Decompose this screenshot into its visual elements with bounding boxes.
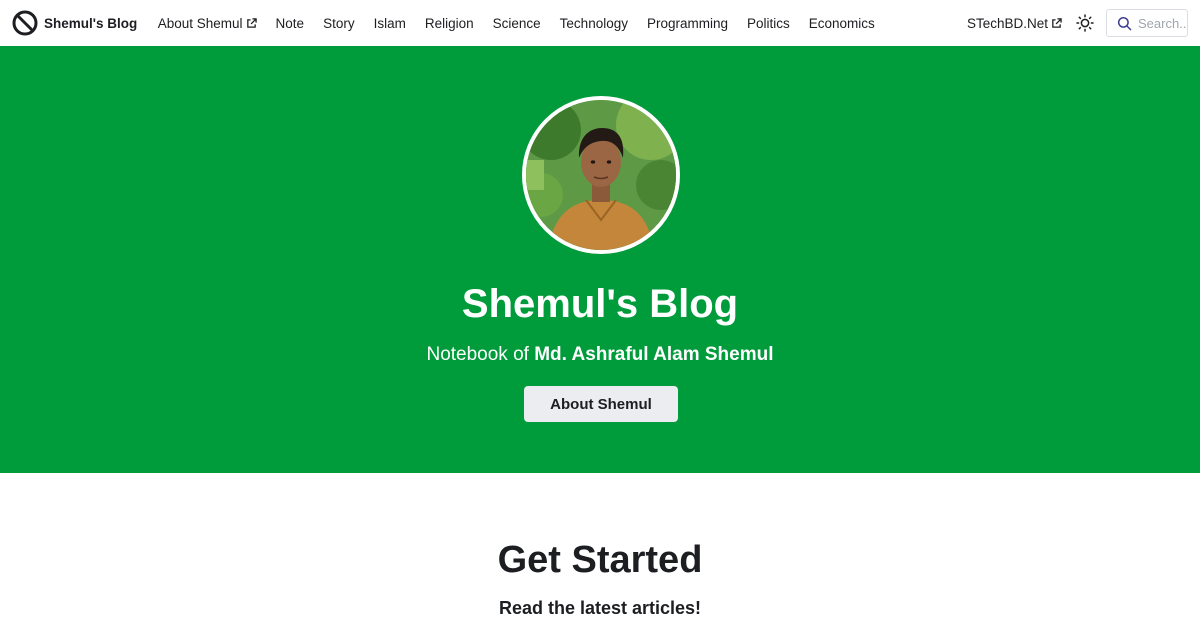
nav-item-label: About Shemul [157,15,243,31]
nav-item-about-shemul[interactable]: About Shemul [148,16,266,31]
search-icon [1117,16,1132,30]
hero-subtitle-name: Md. Ashraful Alam Shemul [534,344,774,365]
nav-item-islam[interactable]: Islam [364,16,415,31]
nav-item-label: STechBD.Net [966,15,1048,31]
brand-link[interactable]: Shemul's Blog [12,10,137,36]
nav-item-technology[interactable]: Technology [550,16,637,31]
search-input[interactable] [1138,15,1186,31]
sun-icon [1076,14,1094,32]
about-shemul-button[interactable]: About Shemul [524,386,678,422]
brand-title: Shemul's Blog [44,15,138,31]
theme-toggle-button[interactable] [1074,12,1096,34]
avatar [522,96,680,254]
hero-subtitle-prefix: Notebook of [426,344,535,365]
search-box[interactable] [1106,9,1188,37]
section-subheading: Read the latest articles! [498,598,702,618]
nav-item-note[interactable]: Note [266,16,314,31]
nav-item-economics[interactable]: Economics [799,16,884,31]
hero-banner: Shemul's Blog Notebook of Md. Ashraful A… [0,46,1200,473]
nav-item-science[interactable]: Science [483,16,550,31]
hero-title: Shemul's Blog [461,282,739,326]
external-link-icon [246,17,257,28]
nav-links: About Shemul Note Story Islam Religion S… [148,16,884,31]
nav-item-religion[interactable]: Religion [415,16,483,31]
nav-item-story[interactable]: Story [314,16,365,31]
external-link-icon [1052,17,1062,28]
nav-item-politics[interactable]: Politics [738,16,800,31]
section-heading: Get Started [497,539,703,581]
navbar-right: STechBD.Net [961,0,1188,46]
hero-subtitle: Notebook of Md. Ashraful Alam Shemul [0,343,1200,367]
nav-item-programming[interactable]: Programming [637,16,737,31]
brand-logo-icon [12,10,38,36]
top-navbar: Shemul's Blog About Shemul Note Story Is… [0,0,1200,46]
profile-photo [526,100,676,250]
nav-item-stechbd[interactable]: STechBD.Net [961,16,1068,31]
